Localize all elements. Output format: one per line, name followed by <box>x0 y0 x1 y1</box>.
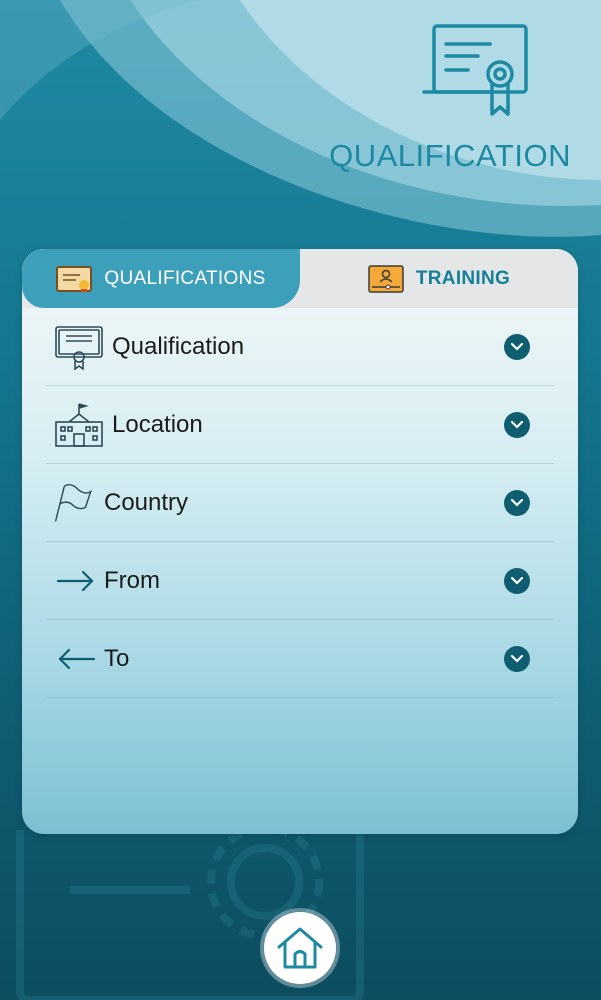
certificate-icon <box>56 265 93 293</box>
country-label: Country <box>104 488 189 516</box>
qualification-dropdown[interactable]: Qualification <box>46 308 554 386</box>
chevron-down-icon[interactable] <box>504 646 530 672</box>
tab-training[interactable]: TRAINING <box>300 249 578 308</box>
chevron-down-icon[interactable] <box>504 490 530 516</box>
tab-training-label: TRAINING <box>415 267 511 289</box>
chevron-down-icon[interactable] <box>504 568 530 594</box>
school-building-icon <box>55 402 103 447</box>
qualification-card: QUALIFICATIONS TRAINING Qualification Lo… <box>22 249 578 834</box>
to-date-dropdown[interactable]: To <box>46 620 554 698</box>
flag-icon <box>54 483 93 522</box>
location-dropdown[interactable]: Location <box>46 386 554 464</box>
from-date-dropdown[interactable]: From <box>46 542 554 620</box>
certificate-award-icon <box>422 24 528 116</box>
chevron-down-icon[interactable] <box>504 334 530 360</box>
qualification-label: Qualification <box>112 332 245 360</box>
arrow-right-icon <box>56 570 94 591</box>
tab-qualifications[interactable]: QUALIFICATIONS <box>22 249 300 308</box>
page-title: QUALIFICATION <box>329 138 571 173</box>
video-training-icon <box>368 264 404 293</box>
tab-qualifications-label: QUALIFICATIONS <box>104 267 266 289</box>
country-dropdown[interactable]: Country <box>46 464 554 542</box>
location-label: Location <box>112 410 203 438</box>
chevron-down-icon[interactable] <box>504 412 530 438</box>
form-fields: Qualification Location Country From To <box>46 308 554 698</box>
home-button[interactable] <box>264 912 336 984</box>
tab-bar: QUALIFICATIONS TRAINING <box>22 249 578 308</box>
home-icon <box>277 927 323 969</box>
diploma-icon <box>55 325 103 370</box>
arrow-left-icon <box>58 648 96 669</box>
from-label: From <box>104 566 160 594</box>
to-label: To <box>104 644 130 672</box>
